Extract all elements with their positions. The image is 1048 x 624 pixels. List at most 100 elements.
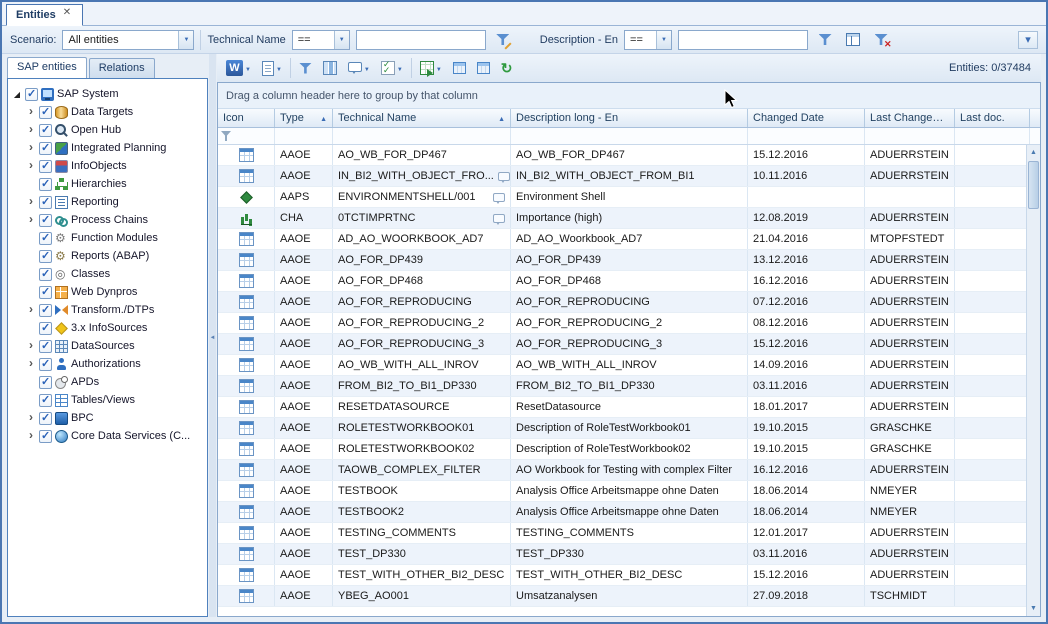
cell-icon[interactable]	[218, 313, 275, 333]
vertical-scrollbar[interactable]	[1026, 145, 1040, 616]
cell-last-doc[interactable]	[955, 397, 1030, 417]
technical-name-input[interactable]	[356, 30, 486, 50]
table-row[interactable]: AAOEYBEG_AO001Umsatzanalysen27.09.2018TS…	[218, 586, 1040, 607]
cell-description[interactable]: AO_FOR_DP439	[511, 250, 748, 270]
cell-description[interactable]: TEST_DP330	[511, 544, 748, 564]
cell-icon[interactable]	[218, 355, 275, 375]
cell-last-doc[interactable]	[955, 334, 1030, 354]
panel-splitter[interactable]	[209, 54, 216, 617]
cell-last-doc[interactable]	[955, 523, 1030, 543]
cell-description[interactable]: Analysis Office Arbeitsmappe ohne Daten	[511, 481, 748, 501]
column-header-last-changed-by[interactable]: Last Changed By	[865, 109, 955, 127]
cell-changed-date[interactable]: 16.12.2016	[748, 460, 865, 480]
cell-type[interactable]: AAOE	[275, 229, 333, 249]
cell-type[interactable]: AAOE	[275, 502, 333, 522]
scroll-down-icon[interactable]	[1027, 601, 1040, 616]
cell-last-changed-by[interactable]: ADUERRSTEIN	[865, 565, 955, 585]
cell-type[interactable]: AAOE	[275, 439, 333, 459]
filter-cell[interactable]	[218, 128, 275, 144]
tree-item-classes[interactable]: Classes	[8, 265, 207, 283]
cell-technical-name[interactable]: AO_FOR_REPRODUCING	[333, 292, 511, 312]
clear-filter-button[interactable]	[870, 29, 892, 51]
cell-icon[interactable]	[218, 544, 275, 564]
cell-technical-name[interactable]: FROM_BI2_TO_BI1_DP330	[333, 376, 511, 396]
cell-icon[interactable]	[218, 376, 275, 396]
expand-arrow-icon[interactable]	[26, 412, 36, 424]
comments-button[interactable]	[345, 57, 373, 79]
filter-cell[interactable]	[955, 128, 1030, 144]
table-row[interactable]: AAOETAOWB_COMPLEX_FILTERAO Workbook for …	[218, 460, 1040, 481]
chevron-down-icon[interactable]	[245, 62, 251, 74]
checkbox[interactable]	[39, 160, 52, 173]
cell-type[interactable]: AAOE	[275, 376, 333, 396]
tree-item-transform-dtps[interactable]: Transform./DTPs	[8, 301, 207, 319]
cell-type[interactable]: AAOE	[275, 418, 333, 438]
cell-changed-date[interactable]: 03.11.2016	[748, 544, 865, 564]
description-operator-select[interactable]: ==	[624, 30, 672, 50]
cell-icon[interactable]	[218, 145, 275, 165]
filter-button[interactable]	[296, 57, 315, 79]
chevron-down-icon[interactable]	[656, 31, 671, 49]
cell-icon[interactable]	[218, 229, 275, 249]
table-row[interactable]: AAOEAO_FOR_REPRODUCING_3AO_FOR_REPRODUCI…	[218, 334, 1040, 355]
cell-technical-name[interactable]: TESTBOOK	[333, 481, 511, 501]
cell-last-changed-by[interactable]: TSCHMIDT	[865, 586, 955, 606]
cell-last-changed-by[interactable]: ADUERRSTEIN	[865, 313, 955, 333]
cell-last-changed-by[interactable]: ADUERRSTEIN	[865, 523, 955, 543]
collapse-left-icon[interactable]	[210, 330, 216, 342]
scenario-select[interactable]: All entities	[62, 30, 194, 50]
scroll-up-icon[interactable]	[1027, 145, 1040, 160]
cell-description[interactable]: AO_FOR_DP468	[511, 271, 748, 291]
tree-item-reports-abap[interactable]: Reports (ABAP)	[8, 247, 207, 265]
expand-arrow-icon[interactable]	[26, 142, 36, 154]
cell-description[interactable]: Environment Shell	[511, 187, 748, 207]
cell-icon[interactable]	[218, 397, 275, 417]
checkbox[interactable]	[39, 304, 52, 317]
group-by-bar[interactable]: Drag a column header here to group by th…	[218, 83, 1040, 109]
checkbox[interactable]	[39, 232, 52, 245]
cell-last-doc[interactable]	[955, 460, 1030, 480]
cell-changed-date[interactable]: 15.12.2016	[748, 565, 865, 585]
table-row[interactable]: AAOEAO_FOR_REPRODUCING_2AO_FOR_REPRODUCI…	[218, 313, 1040, 334]
cell-technical-name[interactable]: RESETDATASOURCE	[333, 397, 511, 417]
expand-arrow-icon[interactable]	[26, 430, 36, 442]
checkbox[interactable]	[39, 286, 52, 299]
cell-changed-date[interactable]: 18.06.2014	[748, 502, 865, 522]
cell-technical-name[interactable]: TAOWB_COMPLEX_FILTER	[333, 460, 511, 480]
cell-icon[interactable]	[218, 271, 275, 291]
filter-cell[interactable]	[748, 128, 865, 144]
checkbox[interactable]	[39, 412, 52, 425]
cell-description[interactable]: Umsatzanalysen	[511, 586, 748, 606]
tree-item-open-hub[interactable]: Open Hub	[8, 121, 207, 139]
cell-last-doc[interactable]	[955, 229, 1030, 249]
cell-last-changed-by[interactable]: NMEYER	[865, 481, 955, 501]
scroll-thumb[interactable]	[1028, 161, 1039, 209]
cell-changed-date[interactable]: 13.12.2016	[748, 250, 865, 270]
checkbox[interactable]	[25, 88, 38, 101]
cell-icon[interactable]	[218, 250, 275, 270]
cell-icon[interactable]	[218, 292, 275, 312]
cell-last-doc[interactable]	[955, 502, 1030, 522]
column-header-type[interactable]: Type	[275, 109, 333, 127]
close-tab-icon[interactable]	[63, 10, 73, 20]
cell-last-changed-by[interactable]: ADUERRSTEIN	[865, 355, 955, 375]
cell-technical-name[interactable]: AO_FOR_REPRODUCING_3	[333, 334, 511, 354]
tab-sap-entities[interactable]: SAP entities	[7, 57, 87, 78]
cell-icon[interactable]	[218, 586, 275, 606]
expand-arrow-icon[interactable]	[26, 214, 36, 226]
tree-item-hierarchies[interactable]: Hierarchies	[8, 175, 207, 193]
checkbox[interactable]	[39, 250, 52, 263]
tree-item-core-data-services-c[interactable]: Core Data Services (C...	[8, 427, 207, 445]
collapse-arrow-icon[interactable]	[12, 88, 22, 100]
tree-item-integrated-planning[interactable]: Integrated Planning	[8, 139, 207, 157]
cell-icon[interactable]	[218, 208, 275, 228]
cell-last-changed-by[interactable]: ADUERRSTEIN	[865, 166, 955, 186]
cell-last-doc[interactable]	[955, 250, 1030, 270]
cell-changed-date[interactable]: 08.12.2016	[748, 313, 865, 333]
column-header-description-long-en[interactable]: Description long - En	[511, 109, 748, 127]
cell-changed-date[interactable]: 12.01.2017	[748, 523, 865, 543]
table-row[interactable]: AAOERESETDATASOURCEResetDatasource18.01.…	[218, 397, 1040, 418]
cell-description[interactable]: AO_FOR_REPRODUCING	[511, 292, 748, 312]
cell-description[interactable]: FROM_BI2_TO_BI1_DP330	[511, 376, 748, 396]
cell-description[interactable]: Importance (high)	[511, 208, 748, 228]
